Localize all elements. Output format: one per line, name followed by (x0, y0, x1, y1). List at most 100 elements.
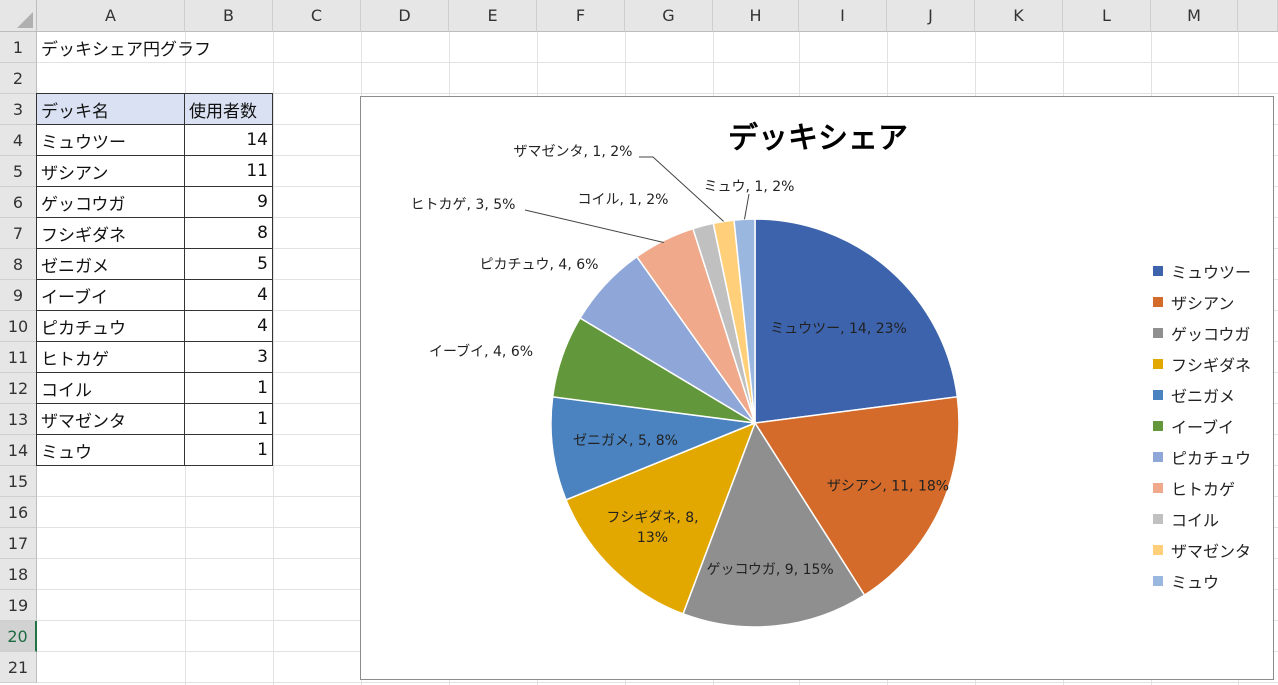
pie-svg: ミュウツー, 14, 23% ザシアン, 11, 18% ゲッコウガ, 9, 15%… (411, 144, 960, 628)
row-header-13[interactable]: 13 (0, 404, 37, 435)
legend-item[interactable]: ザマゼンタ (1153, 534, 1251, 565)
table-cell-user-count[interactable]: 4 (184, 310, 273, 342)
row-header-7[interactable]: 7 (0, 218, 37, 249)
column-header-g[interactable]: G (625, 0, 713, 32)
table-cell-deck-name[interactable]: ザシアン (36, 155, 185, 187)
row-header-8[interactable]: 8 (0, 249, 37, 280)
column-header-e[interactable]: E (449, 0, 537, 32)
table-cell-user-count[interactable]: 1 (184, 434, 273, 466)
legend-swatch (1153, 544, 1163, 555)
table-cell-deck-name[interactable]: フシギダネ (36, 217, 185, 249)
legend-item[interactable]: ミュウ (1153, 565, 1251, 596)
legend-label: イーブイ (1171, 417, 1235, 437)
column-header-j[interactable]: J (887, 0, 975, 32)
legend-item[interactable]: イーブイ (1153, 410, 1251, 441)
legend-item[interactable]: ピカチュウ (1153, 441, 1251, 472)
row-header-20[interactable]: 20 (0, 621, 37, 652)
table-cell-user-count[interactable]: 1 (184, 372, 273, 404)
table-cell-user-count[interactable]: 9 (184, 186, 273, 218)
table-cell-user-count[interactable]: 3 (184, 341, 273, 373)
table-cell-user-count[interactable]: 1 (184, 403, 273, 435)
pie-data-label: イーブイ, 4, 6% (429, 343, 533, 360)
column-header-m[interactable]: M (1151, 0, 1238, 32)
legend-item[interactable]: ゼニガメ (1153, 379, 1251, 410)
row-header-1[interactable]: 1 (0, 32, 37, 63)
column-header-l[interactable]: L (1063, 0, 1151, 32)
row-header-17[interactable]: 17 (0, 528, 37, 559)
column-header-h[interactable]: H (713, 0, 799, 32)
legend-item[interactable]: ザシアン (1153, 286, 1251, 317)
legend-swatch (1153, 389, 1163, 400)
table-cell-user-count[interactable]: 14 (184, 124, 273, 156)
gridline-vertical (273, 32, 274, 685)
legend-item[interactable]: コイル (1153, 503, 1251, 534)
pie-data-label: コイル, 1, 2% (578, 192, 669, 208)
table-cell-deck-name[interactable]: ピカチュウ (36, 310, 185, 342)
legend-label: ピカチュウ (1171, 448, 1252, 468)
legend-swatch (1153, 482, 1163, 493)
legend-item[interactable]: ヒトカゲ (1153, 472, 1251, 503)
column-header-overflow[interactable] (1238, 0, 1278, 32)
legend-item[interactable]: フシギダネ (1153, 348, 1251, 379)
legend-swatch (1153, 451, 1163, 462)
table-cell-user-count[interactable]: 8 (184, 217, 273, 249)
column-header-a[interactable]: A (37, 0, 185, 32)
table-cell-deck-name[interactable]: ザマゼンタ (36, 403, 185, 435)
row-header-6[interactable]: 6 (0, 187, 37, 218)
row-header-21[interactable]: 21 (0, 652, 37, 683)
column-header-d[interactable]: D (361, 0, 449, 32)
pie-data-label: ゼニガメ, 5, 8% (573, 433, 678, 449)
corner-triangle-icon (17, 12, 33, 28)
legend-swatch (1153, 265, 1163, 276)
column-header-b[interactable]: B (185, 0, 273, 32)
legend-label: ザマゼンタ (1171, 541, 1252, 561)
table-cell-deck-name[interactable]: コイル (36, 372, 185, 404)
legend-label: ザシアン (1171, 293, 1235, 313)
table-header-deck[interactable]: デッキ名 (36, 93, 185, 125)
chart-legend[interactable]: ミュウツーザシアンゲッコウガ フシギダネ ゼニガメイーブイピカチュウヒトカゲコイルザ… (1153, 255, 1251, 596)
pie-data-label: ザシアン, 11, 18% (827, 478, 949, 494)
table-header-users[interactable]: 使用者数 (184, 93, 273, 125)
row-header-15[interactable]: 15 (0, 466, 37, 497)
pie-chart[interactable]: デッキシェア ミュウツー, 14, 23% ザシアン, 11, 18% ゲッコウガ,… (360, 96, 1274, 680)
row-header-3[interactable]: 3 (0, 94, 37, 125)
legend-label: ミュウツー (1171, 262, 1252, 282)
table-cell-deck-name[interactable]: ヒトカゲ (36, 341, 185, 373)
row-header-12[interactable]: 12 (0, 373, 37, 404)
row-header-16[interactable]: 16 (0, 497, 37, 528)
row-header-9[interactable]: 9 (0, 280, 37, 311)
table-cell-deck-name[interactable]: ミュウ (36, 434, 185, 466)
pie-data-label: ピカチュウ, 4, 6% (480, 257, 599, 273)
pie-data-label: ゲッコウガ, 9, 15% (706, 562, 833, 578)
table-cell-deck-name[interactable]: ミュウツー (36, 124, 185, 156)
row-header-14[interactable]: 14 (0, 435, 37, 466)
cell-a1-title[interactable]: デッキシェア円グラフ (37, 32, 337, 63)
row-header-19[interactable]: 19 (0, 590, 37, 621)
table-cell-user-count[interactable]: 4 (184, 279, 273, 311)
row-header-5[interactable]: 5 (0, 156, 37, 187)
column-header-k[interactable]: K (975, 0, 1063, 32)
legend-label: ミュウ (1171, 572, 1220, 592)
label-leader-line (524, 209, 664, 244)
table-cell-user-count[interactable]: 11 (184, 155, 273, 187)
legend-item[interactable]: ゲッコウガ (1153, 317, 1251, 348)
table-cell-deck-name[interactable]: ゲッコウガ (36, 186, 185, 218)
row-header-10[interactable]: 10 (0, 311, 37, 342)
row-header-18[interactable]: 18 (0, 559, 37, 590)
select-all-corner[interactable] (0, 0, 37, 32)
row-header-2[interactable]: 2 (0, 63, 37, 94)
column-header-f[interactable]: F (537, 0, 625, 32)
legend-swatch (1153, 420, 1163, 431)
pie-data-label: ヒトカゲ, 3, 5% (411, 197, 516, 213)
table-cell-user-count[interactable]: 5 (184, 248, 273, 280)
legend-item[interactable]: ミュウツー (1153, 255, 1251, 286)
pie-data-label: ザマゼンタ, 1, 2% (514, 144, 633, 160)
row-header-11[interactable]: 11 (0, 342, 37, 373)
column-header-c[interactable]: C (273, 0, 361, 32)
legend-swatch (1153, 296, 1163, 307)
legend-label: ヒトカゲ (1171, 479, 1236, 499)
table-cell-deck-name[interactable]: イーブイ (36, 279, 185, 311)
row-header-4[interactable]: 4 (0, 125, 37, 156)
column-header-i[interactable]: I (799, 0, 887, 32)
table-cell-deck-name[interactable]: ゼニガメ (36, 248, 185, 280)
